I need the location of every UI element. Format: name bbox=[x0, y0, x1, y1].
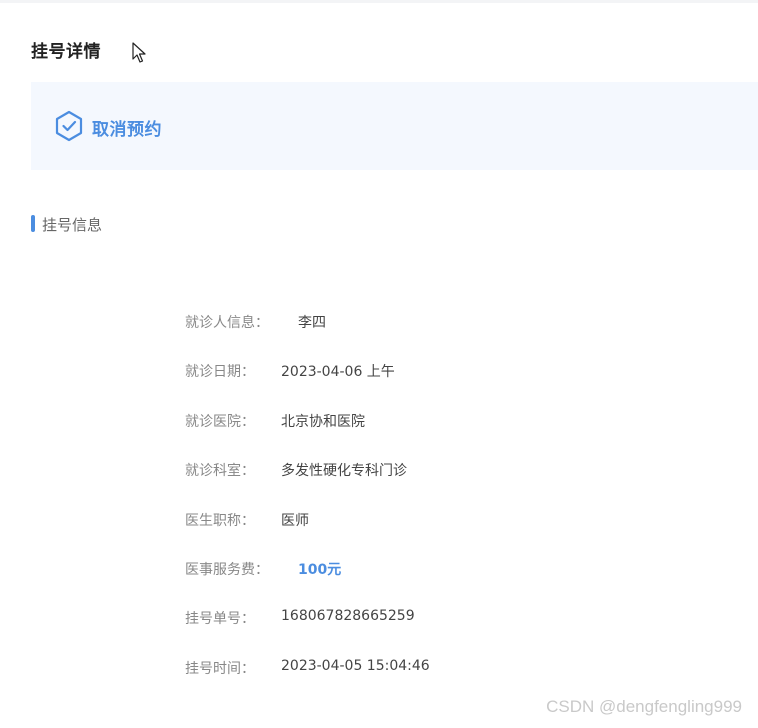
info-row-patient: 就诊人信息： 李四 bbox=[185, 309, 685, 358]
info-row-visit-date: 就诊日期： 2023-04-06 上午 bbox=[185, 358, 685, 407]
info-value: 李四 bbox=[298, 315, 326, 331]
watermark: CSDN @dengfengling999 bbox=[546, 697, 742, 716]
info-value: 2023-04-06 上午 bbox=[281, 364, 395, 381]
info-label: 就诊科室： bbox=[185, 463, 255, 480]
top-divider bbox=[0, 0, 758, 3]
info-label: 挂号时间： bbox=[185, 660, 255, 677]
hexagon-check-icon bbox=[55, 110, 83, 142]
info-label: 就诊医院： bbox=[185, 413, 255, 430]
info-label: 就诊人信息： bbox=[185, 315, 269, 331]
info-row-service-fee: 医事服务费： 100元 bbox=[185, 556, 685, 605]
info-row-department: 就诊科室： 多发性硬化专科门诊 bbox=[185, 457, 685, 506]
info-row-doctor-title: 医生职称： 医师 bbox=[185, 507, 685, 556]
info-row-hospital: 就诊医院： 北京协和医院 bbox=[185, 408, 685, 457]
service-fee-value: 100元 bbox=[298, 561, 342, 578]
status-banner: 取消预约 bbox=[31, 82, 758, 170]
section-title: 挂号信息 bbox=[42, 216, 103, 234]
info-list: 就诊人信息： 李四 就诊日期： 2023-04-06 上午 就诊医院： 北京协和… bbox=[185, 309, 685, 704]
info-value: 多发性硬化专科门诊 bbox=[281, 463, 407, 480]
mouse-cursor-icon bbox=[132, 42, 146, 63]
info-label: 医生职称： bbox=[185, 512, 255, 529]
info-row-order-number: 挂号单号： 168067828665259 bbox=[185, 605, 685, 654]
info-label: 就诊日期： bbox=[185, 364, 255, 381]
info-label: 挂号单号： bbox=[185, 611, 255, 628]
status-text: 取消预约 bbox=[92, 120, 162, 140]
registration-detail-page: 挂号详情 取消预约 挂号信息 就诊人信息： 李四 就诊日期： 2023-04-0… bbox=[0, 0, 758, 728]
section-accent-bar bbox=[31, 215, 35, 232]
info-value: 2023-04-05 15:04:46 bbox=[281, 657, 430, 674]
page-title: 挂号详情 bbox=[31, 42, 101, 62]
info-value: 医师 bbox=[281, 512, 309, 529]
info-value: 北京协和医院 bbox=[281, 413, 365, 430]
info-label: 医事服务费： bbox=[185, 561, 269, 578]
info-value: 168067828665259 bbox=[281, 608, 415, 625]
